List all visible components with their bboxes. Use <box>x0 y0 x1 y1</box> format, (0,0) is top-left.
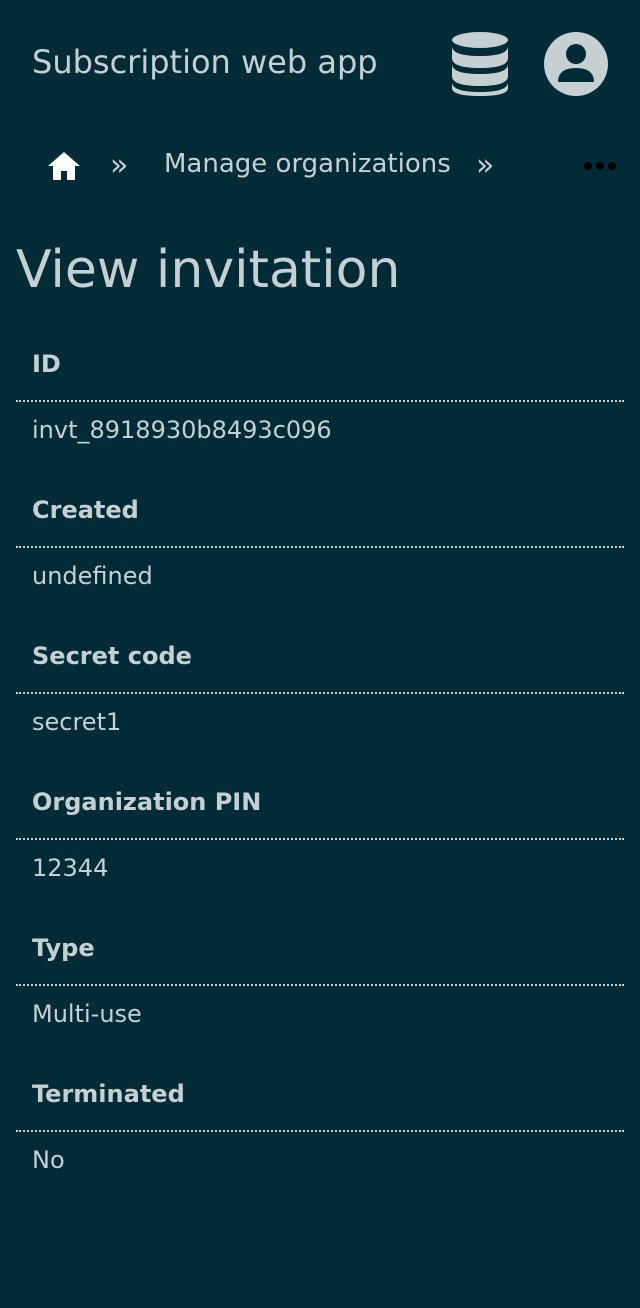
account-button[interactable] <box>542 30 610 98</box>
home-icon <box>48 152 80 180</box>
field-value: secret1 <box>32 708 122 736</box>
field-label: Secret code <box>32 642 192 670</box>
field-divider <box>16 984 624 986</box>
field-divider <box>16 400 624 402</box>
field-value: 12344 <box>32 854 109 882</box>
invitation-details: ID invt_8918930b8493c096 Created undefin… <box>16 336 624 1212</box>
breadcrumb: » Manage organizations » <box>0 138 640 194</box>
breadcrumb-separator: » <box>110 148 129 183</box>
more-horizontal-icon <box>584 162 616 170</box>
app-title: Subscription web app <box>32 43 378 81</box>
page-title: View invitation <box>16 240 401 300</box>
field-divider <box>16 692 624 694</box>
app-header: Subscription web app <box>0 0 640 128</box>
field-label: ID <box>32 350 61 378</box>
field-organization-pin: Organization PIN 12344 <box>16 774 624 920</box>
account-circle-icon <box>544 32 608 96</box>
field-value: No <box>32 1146 65 1174</box>
database-button[interactable] <box>448 30 512 98</box>
field-label: Terminated <box>32 1080 185 1108</box>
field-value: undefined <box>32 562 153 590</box>
field-label: Organization PIN <box>32 788 262 816</box>
breadcrumb-separator: » <box>476 148 495 183</box>
field-value: invt_8918930b8493c096 <box>32 416 332 444</box>
database-icon <box>452 32 508 96</box>
field-label: Created <box>32 496 139 524</box>
breadcrumb-more-button[interactable] <box>580 152 620 180</box>
breadcrumb-manage-organizations[interactable]: Manage organizations <box>164 148 451 180</box>
field-divider <box>16 1130 624 1132</box>
field-created: Created undefined <box>16 482 624 628</box>
field-terminated: Terminated No <box>16 1066 624 1212</box>
field-divider <box>16 838 624 840</box>
field-id: ID invt_8918930b8493c096 <box>16 336 624 482</box>
field-divider <box>16 546 624 548</box>
breadcrumb-home-link[interactable] <box>46 150 82 182</box>
field-type: Type Multi-use <box>16 920 624 1066</box>
field-label: Type <box>32 934 95 962</box>
field-secret-code: Secret code secret1 <box>16 628 624 774</box>
field-value: Multi-use <box>32 1000 142 1028</box>
